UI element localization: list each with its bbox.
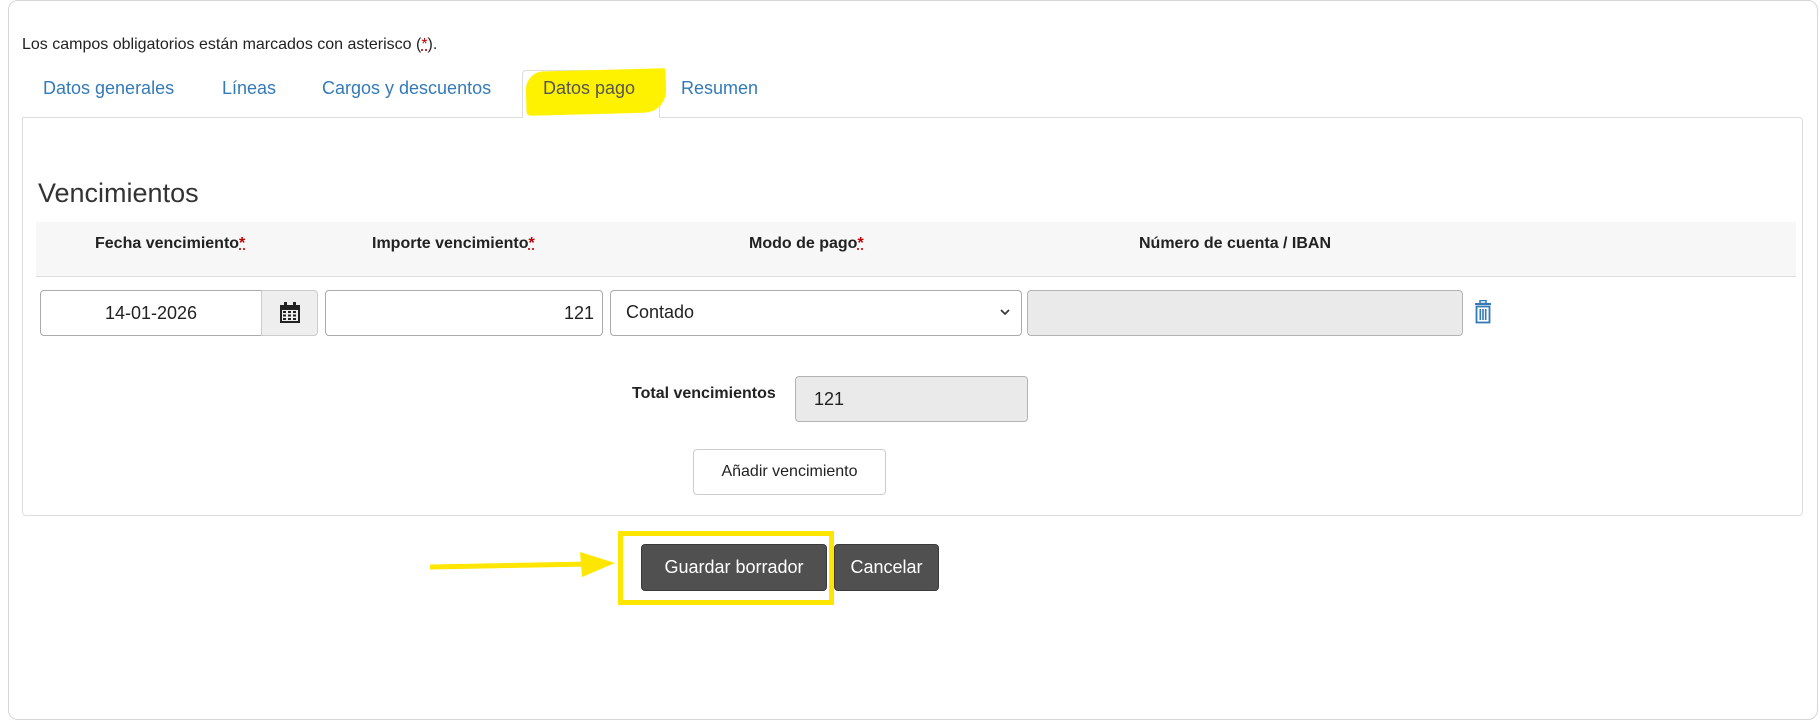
calendar-button[interactable]	[261, 290, 318, 336]
header-importe-required: *	[528, 235, 535, 252]
header-modo-pago-label: Modo de pago	[749, 235, 858, 252]
iban-input[interactable]	[1027, 290, 1463, 336]
header-iban: Número de cuenta / IBAN	[1139, 235, 1331, 253]
modo-pago-select[interactable]: Contado	[610, 290, 1022, 336]
arrow-right-icon	[430, 552, 615, 577]
table-header	[36, 222, 1796, 277]
modo-pago-value: Contado	[626, 302, 695, 322]
notice-text-after: ).	[427, 36, 438, 53]
header-modo-pago: Modo de pago*	[749, 235, 864, 253]
total-vencimientos-value: 121	[795, 376, 1028, 422]
fecha-vencimiento-input[interactable]: 14-01-2026	[40, 290, 262, 336]
header-importe: Importe vencimiento*	[372, 235, 535, 253]
add-vencimiento-button[interactable]: Añadir vencimiento	[693, 449, 886, 495]
header-importe-label: Importe vencimiento	[372, 235, 529, 252]
tab-lineas[interactable]: Líneas	[222, 78, 276, 99]
save-draft-button[interactable]: Guardar borrador	[641, 544, 827, 591]
tab-cargos-descuentos[interactable]: Cargos y descuentos	[322, 78, 491, 99]
importe-vencimiento-input[interactable]: 121	[325, 290, 603, 336]
tab-datos-generales[interactable]: Datos generales	[43, 78, 174, 99]
tab-resumen[interactable]: Resumen	[681, 78, 758, 99]
notice-text-before: Los campos obligatorios están marcados c…	[22, 36, 422, 53]
tab-datos-pago-label[interactable]: Datos pago	[543, 78, 635, 99]
header-fecha-label: Fecha vencimiento	[95, 235, 240, 252]
chevron-down-icon	[1000, 309, 1010, 316]
trash-icon[interactable]	[1473, 300, 1493, 324]
header-modo-pago-required: *	[857, 235, 864, 252]
cancel-button[interactable]: Cancelar	[834, 544, 939, 591]
required-fields-notice: Los campos obligatorios están marcados c…	[22, 36, 437, 54]
header-iban-label: Número de cuenta / IBAN	[1139, 235, 1332, 252]
section-title: Vencimientos	[38, 178, 199, 208]
total-vencimientos-label: Total vencimientos	[632, 385, 776, 402]
header-fecha: Fecha vencimiento*	[95, 235, 245, 253]
header-fecha-required: *	[239, 235, 246, 252]
calendar-icon	[280, 302, 300, 323]
